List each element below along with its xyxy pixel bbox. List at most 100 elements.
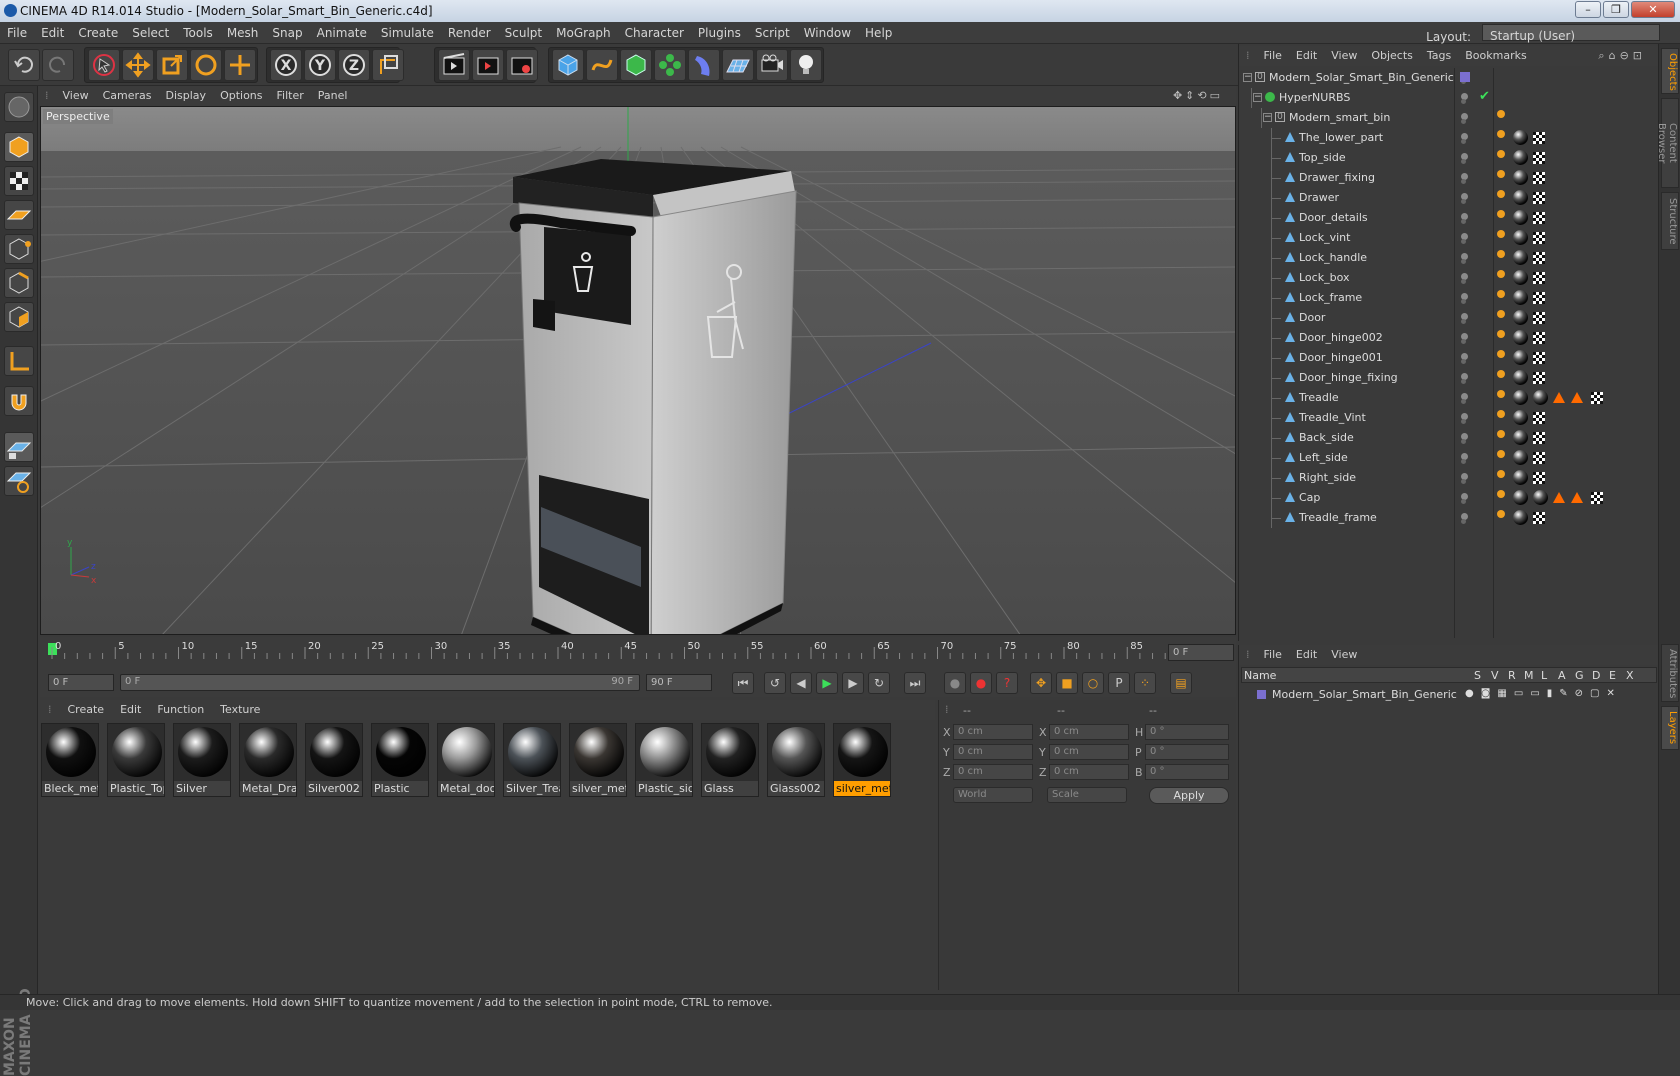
layer-column-flag[interactable]: M xyxy=(1524,669,1534,682)
next-key-icon[interactable]: ↻ xyxy=(868,672,890,694)
object-menu-edit[interactable]: Edit xyxy=(1289,46,1324,66)
render-visibility-dot[interactable] xyxy=(1461,399,1466,404)
go-to-start-icon[interactable]: ⏮ xyxy=(732,672,754,694)
phong-tag-icon[interactable] xyxy=(1497,250,1505,258)
menu-file[interactable]: File xyxy=(0,22,34,44)
render-visibility-dot[interactable] xyxy=(1461,199,1466,204)
rotation-field[interactable]: 0 ° xyxy=(1145,744,1229,760)
render-visibility-dot[interactable] xyxy=(1461,339,1466,344)
layer-column-flag[interactable]: D xyxy=(1592,669,1600,682)
phong-tag-icon[interactable] xyxy=(1497,110,1505,118)
size-field[interactable]: 0 cm xyxy=(1049,764,1129,780)
object-row[interactable]: Lock_vint xyxy=(1239,228,1659,248)
close-button[interactable]: ✕ xyxy=(1631,1,1675,18)
material-tag-icon[interactable] xyxy=(1513,310,1528,325)
material-swatch[interactable]: Glass xyxy=(701,723,759,797)
render-visibility-dot[interactable] xyxy=(1461,99,1466,104)
floor-icon[interactable] xyxy=(722,49,754,81)
uvw-tag-icon[interactable] xyxy=(1533,332,1545,344)
play-icon[interactable]: ▶ xyxy=(816,672,838,694)
coordinate-mode-select[interactable]: World xyxy=(953,787,1033,803)
layer-flag-icons[interactable]: ●◙▦▭▭▮✎⊘▢✕ xyxy=(1465,688,1622,699)
menu-window[interactable]: Window xyxy=(797,22,858,44)
material-tag-icon[interactable] xyxy=(1513,350,1528,365)
render-visibility-dot[interactable] xyxy=(1461,499,1466,504)
key-rotation-icon[interactable]: ○ xyxy=(1082,672,1104,694)
material-menu-function[interactable]: Function xyxy=(149,700,212,720)
object-row[interactable]: Treadle xyxy=(1239,388,1659,408)
size-field[interactable]: 0 cm xyxy=(1049,724,1129,740)
render-visibility-dot[interactable] xyxy=(1461,459,1466,464)
viewport-menu-cameras[interactable]: Cameras xyxy=(96,86,159,106)
layer-menu-view[interactable]: View xyxy=(1324,645,1364,665)
material-tag-icon[interactable] xyxy=(1533,490,1548,505)
material-tag-icon[interactable] xyxy=(1513,190,1528,205)
material-tag-icon[interactable] xyxy=(1513,390,1528,405)
uvw-tag-icon[interactable] xyxy=(1533,512,1545,524)
viewport-menu-view[interactable]: View xyxy=(56,86,96,106)
rotation-field[interactable]: 0 ° xyxy=(1145,724,1229,740)
render-visibility-dot[interactable] xyxy=(1461,239,1466,244)
material-tag-icon[interactable] xyxy=(1513,210,1528,225)
material-tag-icon[interactable] xyxy=(1513,370,1528,385)
material-swatch[interactable]: Glass002 xyxy=(767,723,825,797)
collapse-toggle-icon[interactable]: − xyxy=(1243,73,1252,82)
menu-mesh[interactable]: Mesh xyxy=(220,22,266,44)
uvw-tag-icon[interactable] xyxy=(1533,292,1545,304)
add-icon[interactable] xyxy=(224,49,256,81)
object-row[interactable]: Back_side xyxy=(1239,428,1659,448)
phong-tag-icon[interactable] xyxy=(1497,350,1505,358)
material-tag-icon[interactable] xyxy=(1513,290,1528,305)
menu-script[interactable]: Script xyxy=(748,22,797,44)
texture-mode-icon[interactable] xyxy=(4,166,34,196)
layer-row[interactable]: Modern_Solar_Smart_Bin_Generic ●◙▦▭▭▮✎⊘▢… xyxy=(1241,685,1657,703)
phong-tag-icon[interactable] xyxy=(1497,230,1505,238)
phong-tag-icon[interactable] xyxy=(1497,430,1505,438)
previous-frame-icon[interactable]: ◀ xyxy=(790,672,812,694)
enabled-check-icon[interactable]: ✔ xyxy=(1479,89,1490,104)
go-to-end-icon[interactable]: ⏭ xyxy=(904,672,926,694)
z-axis-icon[interactable]: Z xyxy=(338,49,370,81)
maximize-button[interactable]: ❐ xyxy=(1603,1,1629,18)
material-tag-icon[interactable] xyxy=(1513,250,1528,265)
phong-tag-icon[interactable] xyxy=(1497,130,1505,138)
phong-tag-icon[interactable] xyxy=(1497,210,1505,218)
redo-icon[interactable] xyxy=(42,49,74,81)
next-frame-icon[interactable]: ▶ xyxy=(842,672,864,694)
phong-tag-icon[interactable] xyxy=(1497,490,1505,498)
point-mode-icon[interactable] xyxy=(4,234,34,264)
apply-button[interactable]: Apply xyxy=(1149,787,1229,804)
phong-tag-icon[interactable] xyxy=(1497,310,1505,318)
object-row[interactable]: Door_hinge_fixing xyxy=(1239,368,1659,388)
object-row[interactable]: Door_hinge001 xyxy=(1239,348,1659,368)
phong-tag-icon[interactable] xyxy=(1497,410,1505,418)
layer-column-flag[interactable]: E xyxy=(1609,669,1616,682)
polygon-mode-icon[interactable] xyxy=(4,302,34,332)
render-visibility-dot[interactable] xyxy=(1461,139,1466,144)
rotate-icon[interactable] xyxy=(190,49,222,81)
layer-column-flag[interactable]: X xyxy=(1626,669,1634,682)
menu-sculpt[interactable]: Sculpt xyxy=(498,22,549,44)
end-frame-field[interactable]: 90 F xyxy=(646,674,712,691)
material-menu-texture[interactable]: Texture xyxy=(212,700,268,720)
uvw-tag-icon[interactable] xyxy=(1533,272,1545,284)
phong-tag-icon[interactable] xyxy=(1497,510,1505,518)
menu-simulate[interactable]: Simulate xyxy=(374,22,441,44)
move-icon[interactable] xyxy=(122,49,154,81)
nurbs-icon[interactable] xyxy=(620,49,652,81)
menu-plugins[interactable]: Plugins xyxy=(691,22,748,44)
material-tag-icon[interactable] xyxy=(1513,130,1528,145)
menu-select[interactable]: Select xyxy=(125,22,176,44)
cube-icon[interactable] xyxy=(552,49,584,81)
material-tag-icon[interactable] xyxy=(1533,390,1548,405)
viewport-menu-filter[interactable]: Filter xyxy=(270,86,311,106)
render-visibility-dot[interactable] xyxy=(1461,299,1466,304)
render-visibility-dot[interactable] xyxy=(1461,119,1466,124)
menu-animate[interactable]: Animate xyxy=(310,22,374,44)
material-tag-icon[interactable] xyxy=(1513,410,1528,425)
material-swatch[interactable]: Plastic_side xyxy=(635,723,693,797)
viewport-menu-options[interactable]: Options xyxy=(213,86,269,106)
render-visibility-dot[interactable] xyxy=(1461,419,1466,424)
layer-tag-icon[interactable] xyxy=(1460,72,1470,82)
material-swatch[interactable]: silver_meta xyxy=(569,723,627,797)
